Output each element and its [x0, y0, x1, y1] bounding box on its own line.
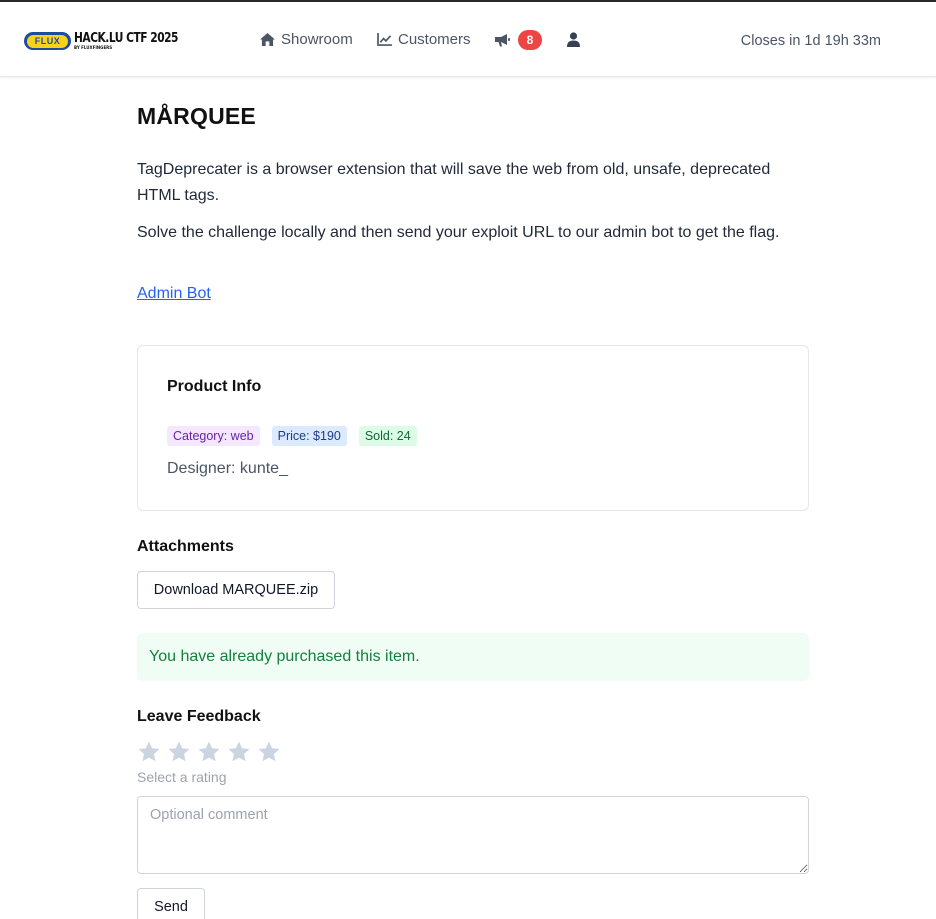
nav-customers[interactable]: Customers — [377, 31, 471, 48]
nav-customers-label: Customers — [398, 31, 471, 48]
user-icon — [567, 32, 580, 47]
star-icon[interactable] — [257, 740, 281, 764]
star-icon[interactable] — [137, 740, 161, 764]
rating-hint: Select a rating — [137, 769, 227, 785]
logo-subtitle: BY FLUXFINGERS — [74, 45, 113, 50]
site-logo[interactable]: FLUX HACK.LU CTF 2025 BY FLUXFINGERS — [24, 29, 201, 53]
price-badge: Price: $190 — [271, 426, 347, 446]
star-icon[interactable] — [227, 740, 251, 764]
notification-count-badge: 8 — [518, 30, 542, 50]
competition-countdown: Closes in 1d 19h 33m — [740, 33, 881, 49]
feedback-comment-input[interactable] — [137, 796, 809, 874]
nav-announcements[interactable]: 8 — [494, 30, 542, 50]
flux-logo-badge: FLUX — [24, 32, 71, 50]
download-attachment-button[interactable]: Download MARQUEE.zip — [137, 571, 335, 609]
star-icon[interactable] — [197, 740, 221, 764]
attachments-title: Attachments — [137, 538, 234, 555]
challenge-title: MÅRQUEE — [137, 103, 256, 129]
chart-line-icon — [377, 33, 392, 46]
product-info-card: Product Info Category: web Price: $190 S… — [137, 345, 809, 511]
category-badge: Category: web — [167, 426, 260, 446]
nav-showroom-label: Showroom — [281, 31, 353, 48]
logo-wordmark: HACK.LU CTF 2025 BY FLUXFINGERS — [74, 32, 201, 50]
challenge-description: TagDeprecater is a browser extension tha… — [137, 161, 771, 204]
navbar: FLUX HACK.LU CTF 2025 BY FLUXFINGERS Sho… — [0, 2, 936, 77]
logo-title: HACK.LU CTF 2025 — [74, 31, 178, 46]
megaphone-icon — [495, 34, 510, 47]
feedback-title: Leave Feedback — [137, 708, 261, 725]
admin-bot-link[interactable]: Admin Bot — [137, 285, 211, 303]
star-icon[interactable] — [167, 740, 191, 764]
star-rating — [137, 740, 281, 764]
flux-logo-text: FLUX — [27, 34, 68, 48]
designer-label: Designer: kunte_ — [167, 460, 288, 477]
purchase-status-alert: You have already purchased this item. — [137, 633, 809, 681]
product-info-title: Product Info — [167, 378, 262, 395]
send-feedback-button[interactable]: Send — [137, 888, 205, 919]
challenge-instructions: Solve the challenge locally and then sen… — [137, 224, 780, 241]
nav-user-profile[interactable] — [567, 32, 580, 47]
product-tags: Category: web Price: $190 Sold: 24 — [167, 426, 417, 446]
sold-badge: Sold: 24 — [358, 426, 417, 446]
home-icon — [260, 33, 275, 46]
nav-showroom[interactable]: Showroom — [260, 31, 353, 48]
